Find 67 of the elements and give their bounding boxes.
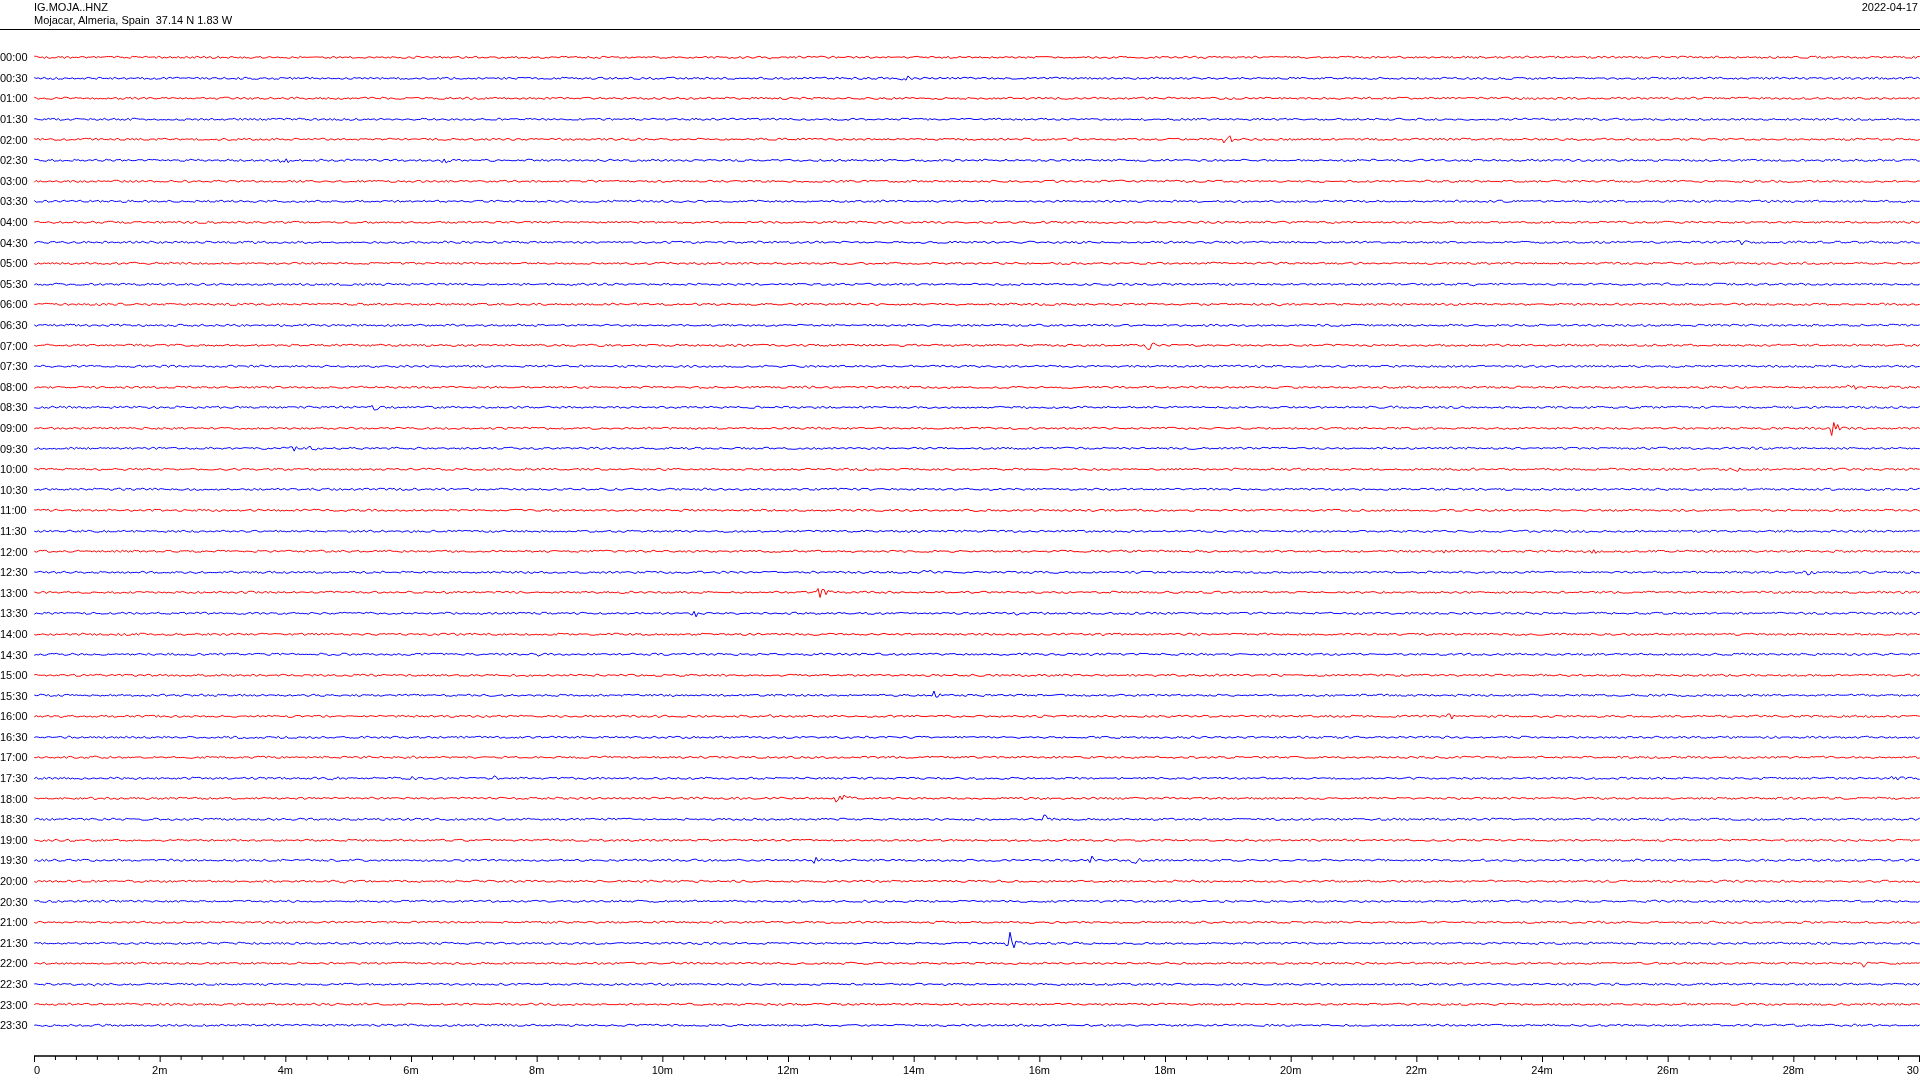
station-code: IG.MOJA..HNZ [34, 1, 109, 14]
time-label: 18:00 [0, 792, 29, 805]
axis-label: 0 [34, 1063, 41, 1076]
time-label: 05:30 [0, 277, 29, 290]
axis-label: 22m [1405, 1063, 1428, 1076]
time-label: 11:30 [0, 524, 28, 537]
time-label: 22:00 [0, 957, 29, 970]
time-label: 04:30 [0, 236, 29, 249]
time-label: 00:30 [0, 71, 29, 84]
time-label: 19:00 [0, 833, 29, 846]
time-label: 14:00 [0, 627, 29, 640]
time-label: 01:30 [0, 113, 29, 126]
time-label: 11:00 [0, 504, 28, 517]
axis-label: 30 [1906, 1063, 1919, 1076]
time-label: 13:00 [0, 586, 29, 599]
time-label: 01:00 [0, 92, 29, 105]
time-label: 03:00 [0, 174, 29, 187]
axis-label: 24m [1531, 1063, 1553, 1076]
time-label: 04:00 [0, 216, 29, 229]
time-label: 12:00 [0, 545, 29, 558]
time-label: 03:30 [0, 195, 29, 208]
time-label: 09:00 [0, 422, 29, 434]
time-label: 21:00 [0, 916, 29, 929]
time-label: 23:00 [0, 998, 29, 1011]
time-label: 15:00 [0, 669, 29, 682]
time-label: 14:30 [0, 648, 29, 661]
time-label: 02:00 [0, 133, 29, 146]
time-label: 05:00 [0, 257, 29, 270]
time-label: 20:30 [0, 895, 29, 908]
time-label: 09:30 [0, 442, 29, 455]
time-label: 12:30 [0, 566, 29, 579]
axis-label: 26m [1656, 1063, 1679, 1076]
axis-label: 20m [1279, 1063, 1302, 1076]
axis-label: 10m [651, 1063, 674, 1076]
time-label: 18:30 [0, 813, 29, 826]
axis-label: 4m [277, 1063, 293, 1076]
time-label: 10:00 [0, 463, 29, 476]
axis-label: 12m [777, 1063, 799, 1076]
time-label: 22:30 [0, 978, 29, 990]
time-label: 07:30 [0, 360, 29, 373]
time-label: 23:30 [0, 1019, 29, 1032]
time-label: 06:00 [0, 298, 29, 311]
time-label: 15:30 [0, 689, 29, 702]
time-label: 13:30 [0, 607, 29, 620]
time-label: 00:00 [0, 51, 29, 64]
time-label: 10:30 [0, 483, 29, 496]
time-label: 07:00 [0, 339, 29, 352]
time-label: 02:30 [0, 154, 29, 167]
station-location: Mojacar, Almeria, Spain 37.14 N 1.83 W [34, 14, 233, 27]
axis-label: 14m [902, 1063, 925, 1076]
axis-label: 2m [152, 1063, 168, 1076]
axis-label: 18m [1154, 1063, 1176, 1076]
time-label: 06:30 [0, 319, 29, 331]
time-label: 16:00 [0, 710, 29, 723]
time-label: 16:30 [0, 730, 29, 743]
time-label: 19:30 [0, 854, 29, 867]
time-label: 08:00 [0, 380, 29, 393]
time-label: 17:00 [0, 751, 29, 764]
time-label: 17:30 [0, 772, 29, 785]
axis-label: 16m [1028, 1063, 1051, 1076]
axis-label: 28m [1782, 1063, 1805, 1076]
axis-label: 8m [529, 1063, 545, 1076]
time-label: 08:30 [0, 401, 29, 414]
time-label: 20:00 [0, 875, 29, 888]
time-label: 21:30 [0, 936, 29, 949]
axis-label: 6m [403, 1063, 419, 1076]
date-label: 2022-04-17 [1861, 1, 1918, 14]
